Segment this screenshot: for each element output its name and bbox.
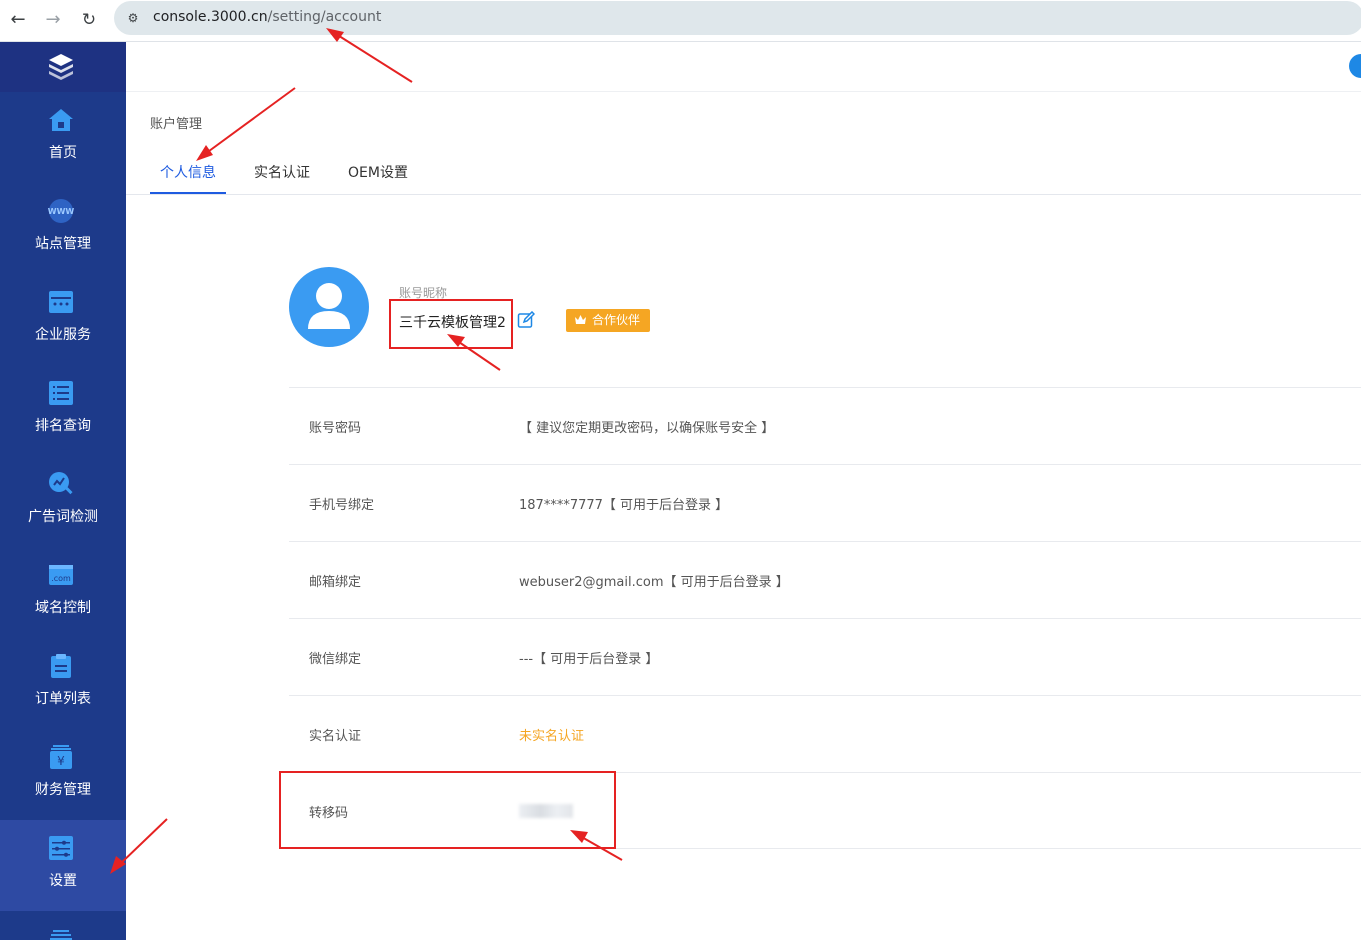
- tab-personal-info[interactable]: 个人信息: [160, 162, 216, 182]
- sidebar-item-enterprise-service[interactable]: 企业服务: [0, 274, 126, 365]
- sidebar-item-label: 订单列表: [35, 691, 91, 707]
- sidebar-item-label: 站点管理: [35, 236, 91, 252]
- row-key: 账号密码: [309, 421, 362, 436]
- sidebar-item-label: 设置: [49, 873, 77, 889]
- sidebar-item-ranking-query[interactable]: 排名查询: [0, 365, 126, 456]
- crown-icon: [575, 315, 586, 324]
- domain-com-icon: .com: [49, 565, 73, 585]
- row-wechat-binding: 微信绑定 ---【 可用于后台登录 】: [289, 618, 1361, 695]
- active-tab-indicator: [150, 192, 226, 194]
- user-avatar-button[interactable]: [1349, 54, 1361, 78]
- logo-area[interactable]: [0, 42, 126, 92]
- site-info-icon[interactable]: ⚙: [124, 9, 142, 27]
- row-key: 手机号绑定: [309, 498, 375, 513]
- home-icon: [49, 109, 73, 131]
- www-globe-icon: WWW: [48, 199, 75, 223]
- row-value[interactable]: 未实名认证: [519, 725, 584, 744]
- tab-real-name-auth[interactable]: 实名认证: [254, 162, 310, 182]
- url-path: /setting/account: [267, 9, 382, 25]
- yen-icon: ¥: [50, 745, 72, 769]
- url-domain: console.3000.cn: [153, 9, 268, 25]
- row-value[interactable]: 【 建议您定期更改密码，以确保账号安全 】: [519, 417, 774, 436]
- row-key: 实名认证: [309, 729, 362, 744]
- row-phone-binding: 手机号绑定 187****7777【 可用于后台登录 】: [289, 464, 1361, 541]
- settings-sliders-icon: [49, 836, 73, 860]
- tab-oem-settings[interactable]: OEM设置: [348, 162, 408, 182]
- enterprise-service-icon: [49, 291, 73, 313]
- sidebar-item-label: 排名查询: [35, 418, 91, 434]
- row-email-binding: 邮箱绑定 webuser2@gmail.com【 可用于后台登录 】: [289, 541, 1361, 618]
- breadcrumb: 账户管理: [150, 117, 203, 132]
- sidebar-item-home[interactable]: 首页: [0, 92, 126, 183]
- sidebar-item-settings[interactable]: 设置: [0, 820, 126, 911]
- sidebar-item-domain-control[interactable]: .com 域名控制: [0, 547, 126, 638]
- sidebar-item-label: 财务管理: [35, 782, 91, 798]
- arrow-right-icon[interactable]: →: [40, 7, 66, 33]
- avatar: [289, 267, 369, 347]
- user-silhouette-icon: [308, 283, 350, 329]
- reload-icon[interactable]: ↻: [76, 7, 102, 33]
- annotation-box-transfer-code: [279, 771, 616, 849]
- more-menu-icon: [50, 930, 72, 940]
- logo-icon: [49, 54, 73, 80]
- row-real-name-auth: 实名认证 未实名认证: [289, 695, 1361, 772]
- edit-icon[interactable]: [517, 311, 535, 329]
- list-icon: [49, 381, 73, 405]
- tab-bar: 个人信息 实名认证 OEM设置: [126, 150, 1361, 195]
- svg-text:.com: .com: [51, 574, 71, 583]
- sidebar-item-label: 企业服务: [35, 327, 91, 343]
- partner-badge-label: 合作伙伴: [592, 313, 641, 327]
- clipboard-icon: [51, 654, 71, 678]
- sidebar-item-site-management[interactable]: WWW 站点管理: [0, 183, 126, 274]
- sidebar-item-order-list[interactable]: 订单列表: [0, 638, 126, 729]
- address-bar[interactable]: ⚙ console.3000.cn/setting/account: [114, 1, 1361, 35]
- top-header: [126, 42, 1361, 92]
- sidebar-item-label: 广告词检测: [28, 509, 98, 525]
- svg-text:WWW: WWW: [48, 207, 75, 216]
- arrow-left-icon[interactable]: ←: [5, 7, 31, 33]
- search-chart-icon: [49, 472, 73, 495]
- sidebar-item-finance-management[interactable]: ¥ 财务管理: [0, 729, 126, 820]
- sidebar-item-ad-word-check[interactable]: 广告词检测: [0, 456, 126, 547]
- sidebar: 首页 WWW 站点管理 企业服务 排名查询 广告词检测 .com 域名控制 订单…: [0, 42, 126, 940]
- row-account-password: 账号密码 【 建议您定期更改密码，以确保账号安全 】: [289, 387, 1361, 464]
- partner-badge: 合作伙伴: [566, 309, 650, 332]
- svg-text:¥: ¥: [57, 754, 65, 768]
- row-value[interactable]: 187****7777【 可用于后台登录 】: [519, 494, 728, 513]
- row-key: 微信绑定: [309, 652, 362, 667]
- row-key: 邮箱绑定: [309, 575, 362, 590]
- sidebar-item-label: 域名控制: [35, 600, 91, 616]
- url-text[interactable]: console.3000.cn/setting/account: [153, 9, 381, 25]
- sidebar-item-label: 首页: [49, 145, 77, 161]
- browser-toolbar: ← → ↻ ⚙ console.3000.cn/setting/account: [0, 0, 1361, 42]
- annotation-box-nickname: [389, 299, 513, 349]
- row-value[interactable]: webuser2@gmail.com【 可用于后台登录 】: [519, 571, 789, 590]
- row-value[interactable]: ---【 可用于后台登录 】: [519, 648, 658, 667]
